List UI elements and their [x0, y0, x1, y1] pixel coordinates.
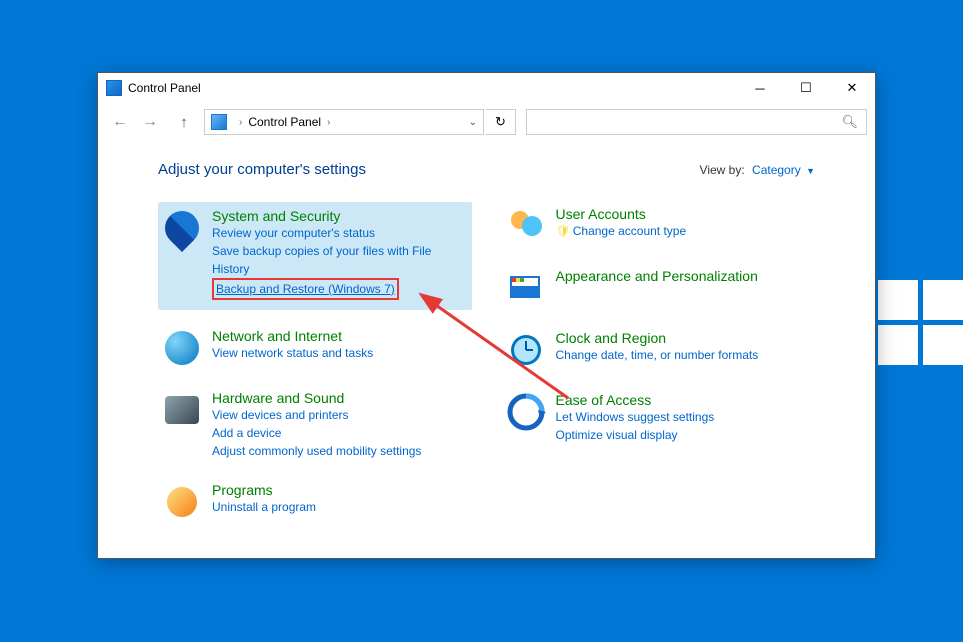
breadcrumb-separator: ›	[239, 117, 242, 128]
control-panel-icon	[211, 114, 227, 130]
control-panel-window: Control Panel ─ ☐ ✕ ← → ↑ › Control Pane…	[97, 72, 876, 559]
category-title[interactable]: Clock and Region	[556, 330, 812, 346]
breadcrumb[interactable]: Control Panel	[248, 115, 321, 129]
category-link[interactable]: View network status and tasks	[212, 344, 468, 362]
titlebar: Control Panel ─ ☐ ✕	[98, 73, 875, 103]
category-network-and-internet: Network and InternetView network status …	[158, 324, 472, 372]
maximize-button[interactable]: ☐	[783, 73, 829, 103]
breadcrumb-separator: ›	[327, 117, 330, 128]
category-user-accounts: User Accounts🛡Change account type	[502, 202, 816, 250]
forward-button[interactable]: →	[136, 108, 164, 136]
category-ease-of-access: Ease of AccessLet Windows suggest settin…	[502, 388, 816, 448]
category-link[interactable]: Optimize visual display	[556, 426, 812, 444]
category-title[interactable]: System and Security	[212, 208, 468, 224]
view-by-value: Category	[752, 163, 801, 177]
address-bar[interactable]: › Control Panel › ⌄	[204, 109, 484, 135]
view-by-selector[interactable]: View by: Category ▼	[700, 163, 815, 177]
page-title: Adjust your computer's settings	[158, 161, 700, 178]
back-button[interactable]: ←	[106, 108, 134, 136]
chevron-down-icon: ▼	[806, 166, 815, 176]
category-clock-and-region: Clock and RegionChange date, time, or nu…	[502, 326, 816, 374]
category-system-and-security: System and SecurityReview your computer'…	[158, 202, 472, 310]
category-link[interactable]: View devices and printers	[212, 406, 468, 424]
category-link[interactable]: Uninstall a program	[212, 498, 468, 516]
view-by-label: View by:	[700, 163, 745, 177]
search-icon: 🔍︎	[841, 114, 858, 130]
category-title[interactable]: Ease of Access	[556, 392, 812, 408]
category-link[interactable]: 🛡Change account type	[556, 222, 812, 240]
category-link[interactable]: Save backup copies of your files with Fi…	[212, 242, 468, 278]
category-title[interactable]: Programs	[212, 482, 468, 498]
up-button[interactable]: ↑	[170, 108, 198, 136]
refresh-button[interactable]: ↻	[486, 109, 516, 135]
search-input[interactable]: 🔍︎	[526, 109, 867, 135]
close-button[interactable]: ✕	[829, 73, 875, 103]
category-link[interactable]: Backup and Restore (Windows 7)	[212, 278, 399, 300]
control-panel-icon	[106, 80, 122, 96]
category-link[interactable]: Change date, time, or number formats	[556, 346, 812, 364]
category-hardware-and-sound: Hardware and SoundView devices and print…	[158, 386, 472, 464]
category-title[interactable]: Network and Internet	[212, 328, 468, 344]
navigation-bar: ← → ↑ › Control Panel › ⌄ ↻ 🔍︎	[98, 103, 875, 141]
minimize-button[interactable]: ─	[737, 73, 783, 103]
windows-logo-desktop	[878, 280, 963, 365]
content-area: Adjust your computer's settings View by:…	[98, 141, 875, 558]
category-programs: ProgramsUninstall a program	[158, 478, 472, 526]
category-title[interactable]: Appearance and Personalization	[556, 268, 812, 284]
category-link[interactable]: Add a device	[212, 424, 468, 442]
address-dropdown-icon[interactable]: ⌄	[469, 117, 477, 128]
category-appearance-and-personalization: Appearance and Personalization	[502, 264, 816, 312]
window-title: Control Panel	[128, 81, 737, 95]
category-link[interactable]: Let Windows suggest settings	[556, 408, 812, 426]
category-link[interactable]: Review your computer's status	[212, 224, 468, 242]
category-link[interactable]: Adjust commonly used mobility settings	[212, 442, 468, 460]
category-title[interactable]: User Accounts	[556, 206, 812, 222]
category-title[interactable]: Hardware and Sound	[212, 390, 468, 406]
